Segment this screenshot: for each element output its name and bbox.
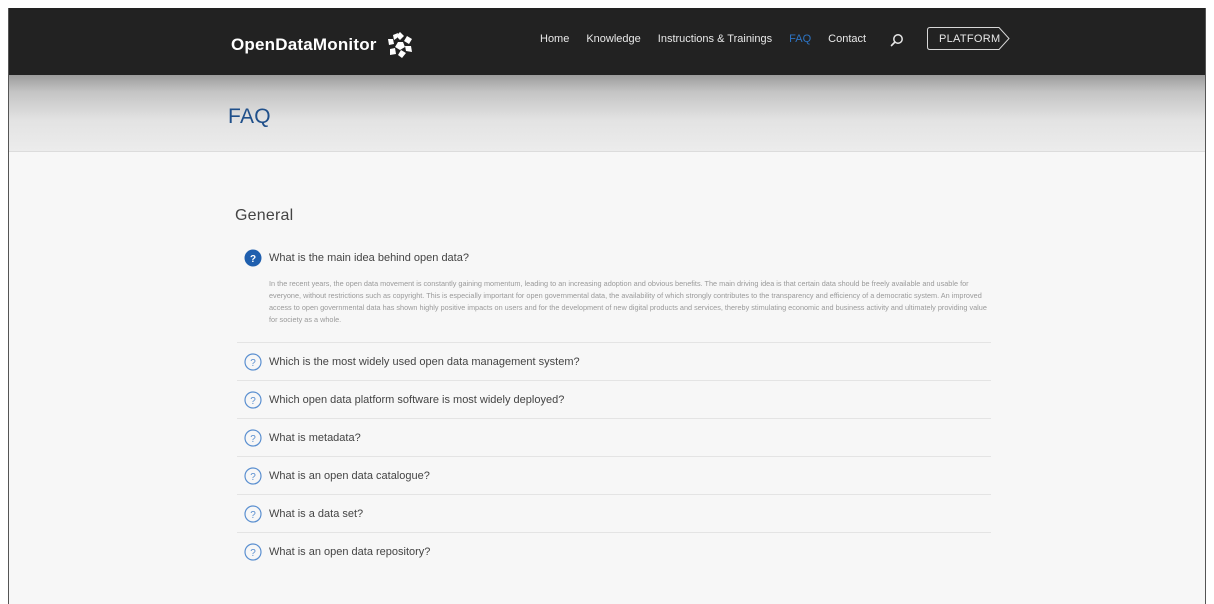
question-outline-icon: ? [244, 390, 262, 409]
question-outline-icon: ? [244, 504, 262, 523]
nav-instructions-trainings[interactable]: Instructions & Trainings [658, 33, 772, 45]
faq-item[interactable]: ? What is a data set? [237, 495, 991, 533]
faq-item[interactable]: ? Which open data platform software is m… [237, 381, 991, 419]
faq-question: What is the main idea behind open data? [269, 252, 469, 264]
faq-question: What is an open data catalogue? [269, 469, 430, 482]
nav-knowledge[interactable]: Knowledge [586, 33, 640, 45]
svg-text:?: ? [250, 254, 256, 265]
svg-text:?: ? [250, 510, 256, 521]
faq-question: Which open data platform software is mos… [269, 393, 565, 406]
faq-question: What is an open data repository? [269, 546, 431, 558]
question-outline-icon: ? [244, 543, 262, 561]
faq-item[interactable]: ? What is an open data repository? [237, 533, 991, 571]
platform-button[interactable]: PLATFORM [927, 27, 1026, 50]
site-logo[interactable]: OpenDataMonitor [231, 30, 415, 60]
page-header-banner: FAQ [9, 75, 1205, 152]
top-navigation-bar: OpenDataMonitor Home Knowledge Instructi… [9, 8, 1205, 75]
svg-text:?: ? [250, 358, 256, 369]
question-outline-icon: ? [244, 466, 262, 485]
faq-item[interactable]: ? Which is the most widely used open dat… [237, 343, 991, 381]
browser-page: OpenDataMonitor Home Knowledge Instructi… [8, 8, 1206, 604]
faq-answer: In the recent years, the open data movem… [269, 279, 987, 324]
search-icon[interactable] [889, 32, 905, 48]
nav-home[interactable]: Home [540, 33, 569, 45]
faq-question: What is metadata? [269, 431, 361, 444]
faq-item[interactable]: ? What is an open data catalogue? [237, 457, 991, 495]
faq-question: What is a data set? [269, 507, 364, 520]
faq-list: ? What is the main idea behind open data… [237, 241, 991, 571]
main-navigation: Home Knowledge Instructions & Trainings … [540, 33, 883, 45]
logo-mark-icon [387, 32, 412, 58]
svg-text:?: ? [250, 548, 256, 559]
nav-faq[interactable]: FAQ [789, 33, 811, 45]
page-title: FAQ [228, 105, 271, 128]
platform-label: PLATFORM [939, 32, 1001, 45]
nav-contact[interactable]: Contact [828, 33, 866, 45]
faq-item[interactable]: ? What is the main idea behind open data… [237, 241, 991, 343]
faq-item[interactable]: ? What is metadata? [237, 419, 991, 457]
question-outline-icon: ? [244, 352, 262, 371]
faq-question: Which is the most widely used open data … [269, 355, 580, 368]
question-filled-icon: ? [244, 249, 262, 267]
svg-text:?: ? [250, 396, 256, 407]
logo-text: OpenDataMonitor [231, 35, 377, 54]
svg-text:?: ? [250, 472, 256, 483]
svg-text:?: ? [250, 434, 256, 445]
section-title: General [235, 207, 294, 224]
question-outline-icon: ? [244, 428, 262, 447]
